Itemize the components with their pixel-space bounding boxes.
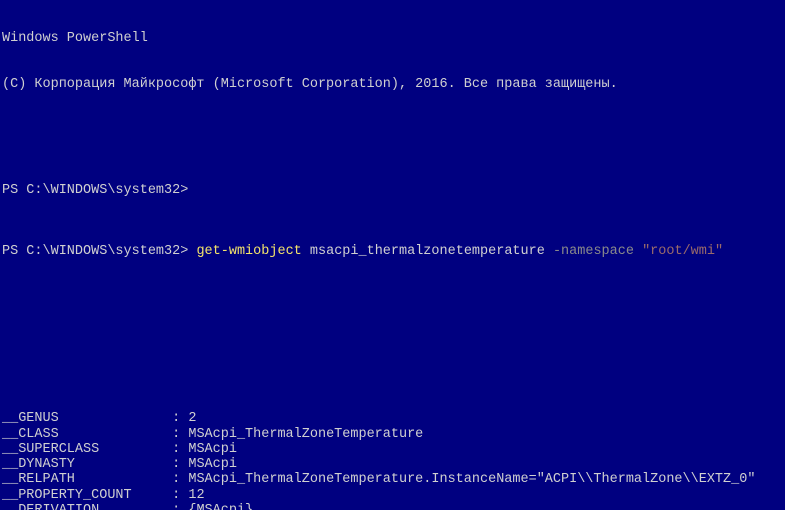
prompt-path: PS C:\WINDOWS\system32>	[2, 244, 188, 259]
separator: :	[164, 411, 188, 426]
output-block-1: __GENUS : 2__CLASS : MSAcpi_ThermalZoneT…	[2, 411, 783, 510]
output-row: __PROPERTY_COUNT : 12	[2, 488, 783, 503]
prompt-path: PS C:\WINDOWS\system32>	[2, 183, 188, 198]
blank-line	[2, 123, 783, 138]
cmdlet-arg: msacpi_thermalzonetemperature	[310, 244, 545, 259]
separator: :	[164, 472, 188, 487]
property-value: {MSAcpi}	[188, 503, 253, 510]
window-title: Windows PowerShell	[2, 31, 783, 46]
separator: :	[164, 427, 188, 442]
property-value: MSAcpi	[188, 457, 237, 472]
cmdlet-flag-value: "root/wmi"	[642, 244, 723, 259]
property-name: __DERIVATION	[2, 503, 164, 510]
output-row: __SUPERCLASS : MSAcpi	[2, 442, 783, 457]
property-value: MSAcpi	[188, 442, 237, 457]
property-value: MSAcpi_ThermalZoneTemperature.InstanceNa…	[188, 472, 755, 487]
separator: :	[164, 503, 188, 510]
property-name: __DYNASTY	[2, 457, 164, 472]
output-row: __RELPATH : MSAcpi_ThermalZoneTemperatur…	[2, 472, 783, 487]
cmdlet-flag: -namespace	[553, 244, 634, 259]
property-name: __CLASS	[2, 427, 164, 442]
property-name: __SUPERCLASS	[2, 442, 164, 457]
separator: :	[164, 488, 188, 503]
output-row: __CLASS : MSAcpi_ThermalZoneTemperature	[2, 427, 783, 442]
copyright-line: (C) Корпорация Майкрософт (Microsoft Cor…	[2, 77, 783, 92]
property-value: MSAcpi_ThermalZoneTemperature	[188, 427, 423, 442]
blank-line	[2, 305, 783, 320]
output-row: __DERIVATION : {MSAcpi}	[2, 503, 783, 510]
separator: :	[164, 457, 188, 472]
powershell-terminal[interactable]: Windows PowerShell (C) Корпорация Майкро…	[0, 0, 785, 510]
output-row: __GENUS : 2	[2, 411, 783, 426]
separator: :	[164, 442, 188, 457]
output-row: __DYNASTY : MSAcpi	[2, 457, 783, 472]
property-name: __GENUS	[2, 411, 164, 426]
property-name: __RELPATH	[2, 472, 164, 487]
cmdlet-name: get-wmiobject	[196, 244, 301, 259]
prompt-empty: PS C:\WINDOWS\system32>	[2, 183, 783, 198]
command-line: PS C:\WINDOWS\system32> get-wmiobject ms…	[2, 244, 783, 259]
property-value: 12	[188, 488, 204, 503]
blank-line	[2, 351, 783, 366]
property-value: 2	[188, 411, 196, 426]
property-name: __PROPERTY_COUNT	[2, 488, 164, 503]
